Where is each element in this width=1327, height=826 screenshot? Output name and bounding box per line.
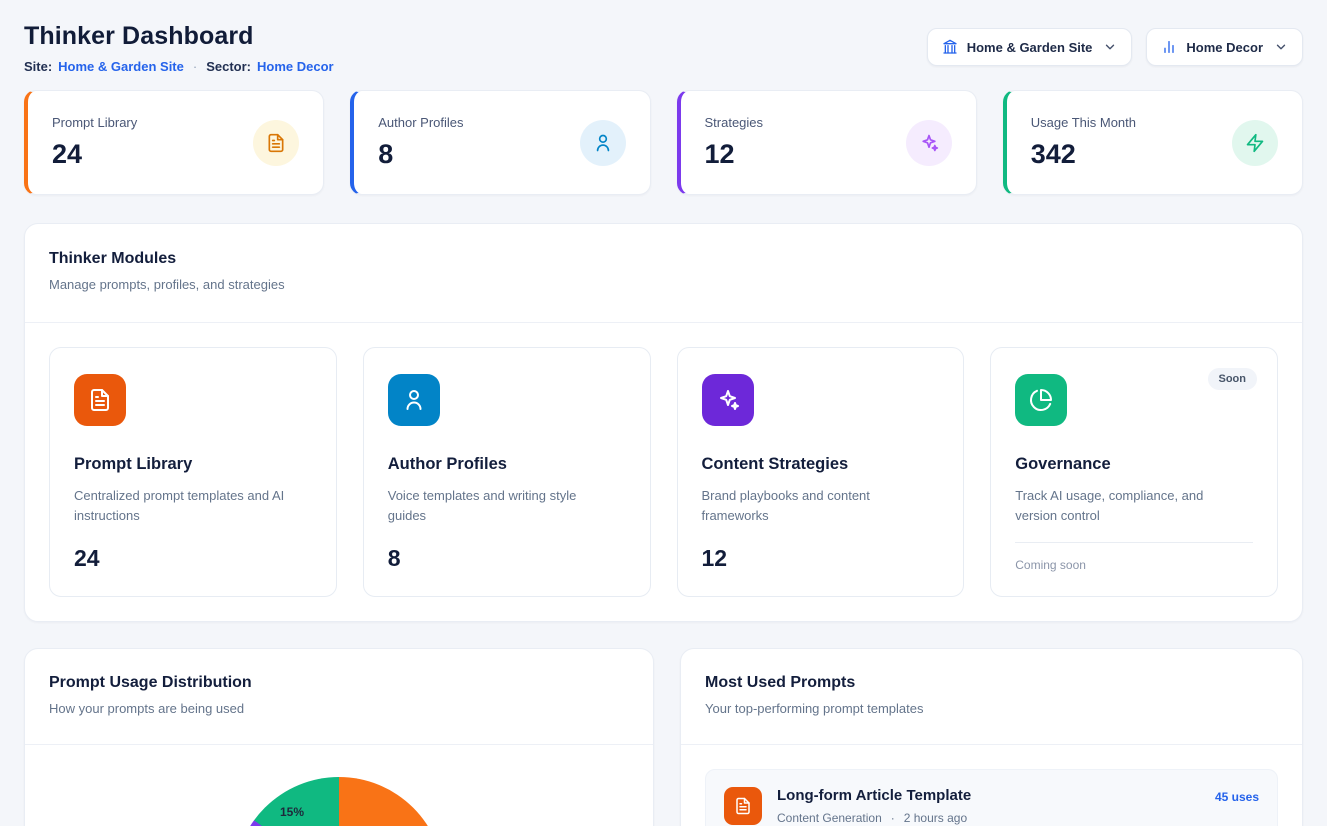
sector-selector-label: Home Decor bbox=[1186, 40, 1263, 55]
site-selector-dropdown[interactable]: Home & Garden Site bbox=[927, 28, 1133, 66]
card-subtitle: How your prompts are being used bbox=[49, 701, 629, 716]
modules-grid: Prompt Library Centralized prompt templa… bbox=[25, 323, 1302, 621]
stat-value: 24 bbox=[52, 139, 137, 170]
stat-label: Author Profiles bbox=[378, 115, 463, 130]
site-label: Site: bbox=[24, 59, 52, 74]
module-count: 8 bbox=[388, 545, 626, 572]
module-count: 12 bbox=[702, 545, 940, 572]
zap-icon bbox=[1232, 120, 1278, 166]
stat-text: Usage This Month 342 bbox=[1031, 115, 1136, 170]
sector-link[interactable]: Home Decor bbox=[257, 59, 334, 74]
site-selector-label: Home & Garden Site bbox=[967, 40, 1093, 55]
module-title: Author Profiles bbox=[388, 455, 626, 474]
most-used-header: Most Used Prompts Your top-performing pr… bbox=[681, 649, 1302, 744]
usage-distribution-card: Prompt Usage Distribution How your promp… bbox=[24, 648, 654, 826]
header: Thinker Dashboard Site: Home & Garden Si… bbox=[24, 22, 1303, 74]
file-text-icon bbox=[253, 120, 299, 166]
stat-label: Usage This Month bbox=[1031, 115, 1136, 130]
module-card-governance: Soon Governance Track AI usage, complian… bbox=[990, 347, 1278, 597]
module-description: Track AI usage, compliance, and version … bbox=[1015, 486, 1253, 526]
item-separator: · bbox=[891, 811, 895, 825]
module-description: Centralized prompt templates and AI inst… bbox=[74, 486, 312, 526]
header-left: Thinker Dashboard Site: Home & Garden Si… bbox=[24, 22, 334, 74]
module-card-prompt-library[interactable]: Prompt Library Centralized prompt templa… bbox=[49, 347, 337, 597]
prompt-list-item[interactable]: Long-form Article Template Content Gener… bbox=[705, 769, 1278, 826]
item-uses-badge: 45 uses bbox=[1215, 790, 1259, 804]
module-description: Brand playbooks and content frameworks bbox=[702, 486, 940, 526]
usage-card-header: Prompt Usage Distribution How your promp… bbox=[25, 649, 653, 744]
sparkles-icon bbox=[906, 120, 952, 166]
dashboard-page: Thinker Dashboard Site: Home & Garden Si… bbox=[0, 0, 1327, 826]
stat-card-author-profiles: Author Profiles 8 bbox=[350, 90, 650, 195]
modules-panel-header: Thinker Modules Manage prompts, profiles… bbox=[25, 224, 1302, 322]
most-used-card: Most Used Prompts Your top-performing pr… bbox=[680, 648, 1303, 826]
item-time: 2 hours ago bbox=[904, 811, 967, 825]
sector-selector-dropdown[interactable]: Home Decor bbox=[1146, 28, 1303, 66]
file-text-icon bbox=[724, 787, 762, 825]
module-count: 24 bbox=[74, 545, 312, 572]
bottom-row: Prompt Usage Distribution How your promp… bbox=[24, 648, 1303, 826]
stat-text: Author Profiles 8 bbox=[378, 115, 463, 170]
stat-card-prompt-library: Prompt Library 24 bbox=[24, 90, 324, 195]
item-title: Long-form Article Template bbox=[777, 787, 971, 804]
stat-label: Prompt Library bbox=[52, 115, 137, 130]
section-subtitle: Manage prompts, profiles, and strategies bbox=[49, 277, 1278, 292]
chevron-down-icon bbox=[1274, 40, 1288, 54]
stat-card-strategies: Strategies 12 bbox=[677, 90, 977, 195]
item-meta: Content Generation · 2 hours ago bbox=[777, 811, 971, 825]
user-icon bbox=[388, 374, 440, 426]
soon-badge: Soon bbox=[1208, 368, 1258, 390]
user-icon bbox=[580, 120, 626, 166]
module-title: Content Strategies bbox=[702, 455, 940, 474]
stat-text: Strategies 12 bbox=[705, 115, 764, 170]
pie-chart-icon bbox=[1015, 374, 1067, 426]
module-title: Prompt Library bbox=[74, 455, 312, 474]
module-title: Governance bbox=[1015, 455, 1253, 474]
stat-value: 8 bbox=[378, 139, 463, 170]
item-text: Long-form Article Template Content Gener… bbox=[777, 787, 971, 825]
module-card-author-profiles[interactable]: Author Profiles Voice templates and writ… bbox=[363, 347, 651, 597]
stat-text: Prompt Library 24 bbox=[52, 115, 137, 170]
modules-panel: Thinker Modules Manage prompts, profiles… bbox=[24, 223, 1303, 622]
stat-value: 342 bbox=[1031, 139, 1136, 170]
header-controls: Home & Garden Site Home Decor bbox=[927, 28, 1303, 66]
building-icon bbox=[942, 39, 958, 55]
module-description: Voice templates and writing style guides bbox=[388, 486, 626, 526]
coming-soon-text: Coming soon bbox=[1015, 542, 1253, 572]
item-category: Content Generation bbox=[777, 811, 882, 825]
stat-label: Strategies bbox=[705, 115, 764, 130]
card-subtitle: Your top-performing prompt templates bbox=[705, 701, 1278, 716]
breadcrumb: Site: Home & Garden Site · Sector: Home … bbox=[24, 59, 334, 74]
donut-segment-label: 15% bbox=[280, 805, 304, 819]
stats-row: Prompt Library 24 Author Profiles 8 Stra… bbox=[24, 90, 1303, 195]
prompt-list: Long-form Article Template Content Gener… bbox=[681, 745, 1302, 826]
card-title: Most Used Prompts bbox=[705, 674, 1278, 692]
sparkles-icon bbox=[702, 374, 754, 426]
sector-label: Sector: bbox=[206, 59, 251, 74]
module-card-content-strategies[interactable]: Content Strategies Brand playbooks and c… bbox=[677, 347, 965, 597]
stat-card-usage: Usage This Month 342 bbox=[1003, 90, 1303, 195]
meta-separator: · bbox=[193, 59, 197, 74]
section-title: Thinker Modules bbox=[49, 250, 1278, 268]
donut-chart: 15% bbox=[234, 777, 444, 826]
page-title: Thinker Dashboard bbox=[24, 22, 334, 51]
chevron-down-icon bbox=[1103, 40, 1117, 54]
stat-value: 12 bbox=[705, 139, 764, 170]
site-link[interactable]: Home & Garden Site bbox=[58, 59, 184, 74]
donut-chart-area: 15% bbox=[25, 745, 653, 826]
bar-chart-icon bbox=[1161, 39, 1177, 55]
card-title: Prompt Usage Distribution bbox=[49, 674, 629, 692]
file-text-icon bbox=[74, 374, 126, 426]
